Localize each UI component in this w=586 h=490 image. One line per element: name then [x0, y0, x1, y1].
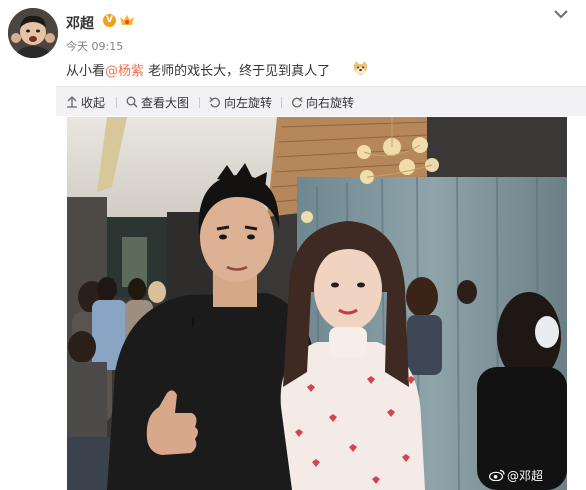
rotate-left-icon [209, 97, 220, 108]
weibo-logo-icon [488, 469, 505, 481]
magnifier-icon [126, 96, 138, 108]
member-crown-icon[interactable] [119, 13, 135, 28]
author-avatar[interactable] [8, 8, 58, 58]
toolbar-divider [281, 97, 282, 108]
post-photo[interactable]: @邓超 [67, 117, 567, 490]
rotate-left-label: 向左旋转 [224, 96, 273, 110]
photo-image [67, 117, 567, 490]
toolbar-divider [116, 97, 117, 108]
verified-badge-icon: V [103, 14, 116, 27]
weibo-post-card: 邓超 V 今天 09:15 从小看@杨紫 老师的戏长大，终于见到真人了 收起 查… [0, 0, 586, 490]
watermark-text: @邓超 [506, 469, 543, 483]
view-large-label: 查看大图 [141, 96, 190, 110]
author-name[interactable]: 邓超 [66, 13, 94, 33]
post-text-after: 老师的戏长大，终于见到真人了 [144, 64, 331, 79]
chevron-down-icon[interactable] [554, 9, 568, 19]
media-toolbar: 收起 查看大图 向左旋转 向右旋转 [56, 86, 586, 116]
rotate-right-label: 向右旋转 [306, 96, 355, 110]
collapse-label: 收起 [81, 96, 106, 110]
avatar-image [8, 8, 58, 58]
rotate-left-button[interactable]: 向左旋转 [209, 94, 272, 111]
rotate-right-button[interactable]: 向右旋转 [291, 94, 354, 111]
doge-emoji-icon [353, 61, 368, 75]
collapse-button[interactable]: 收起 [66, 94, 105, 111]
mention-link[interactable]: @杨紫 [105, 64, 144, 79]
collapse-arrow-icon [67, 96, 77, 108]
view-large-button[interactable]: 查看大图 [126, 94, 189, 111]
post-text: 从小看@杨紫 老师的戏长大，终于见到真人了 [66, 60, 330, 79]
post-time[interactable]: 今天 09:15 [66, 38, 123, 54]
post-text-before: 从小看 [66, 64, 106, 79]
toolbar-divider [199, 97, 200, 108]
rotate-right-icon [292, 97, 303, 108]
photo-watermark: @邓超 [488, 467, 543, 484]
